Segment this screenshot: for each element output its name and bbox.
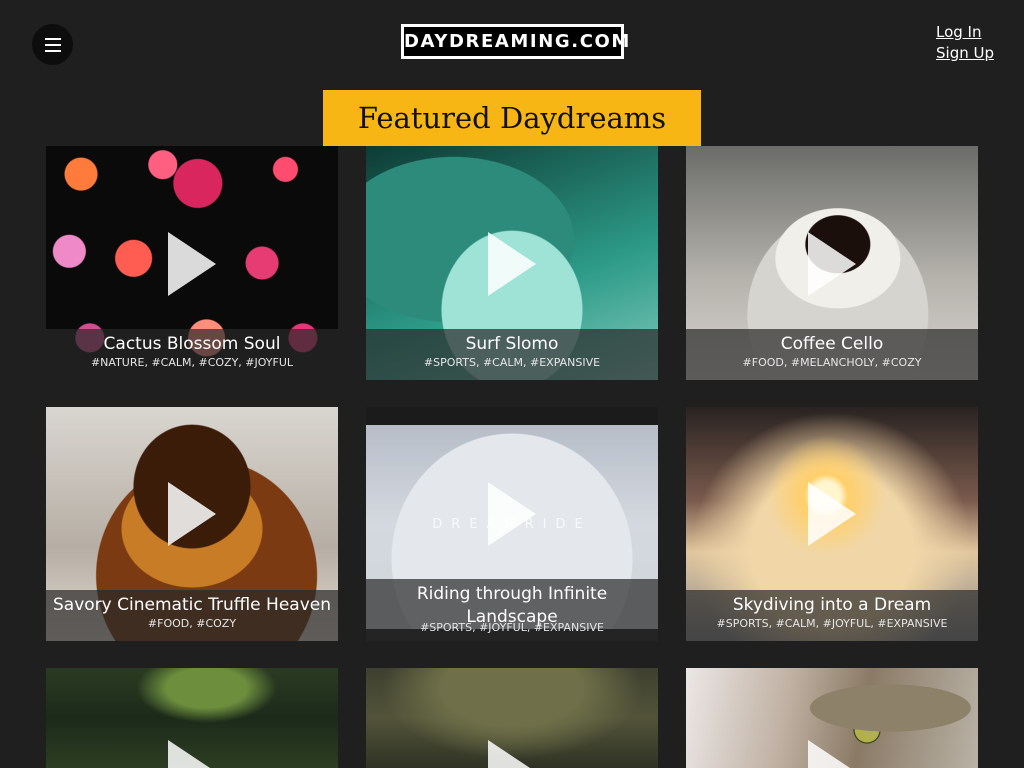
video-tags: #NATURE, #CALM, #COZY, #JOYFUL <box>90 356 294 369</box>
play-icon[interactable] <box>168 740 216 768</box>
auth-links: Log In Sign Up <box>936 22 994 64</box>
video-card[interactable] <box>686 668 978 768</box>
menu-button[interactable] <box>32 24 73 65</box>
video-card[interactable]: Surf Slomo #SPORTS, #CALM, #EXPANSIVE <box>366 146 658 380</box>
video-card[interactable]: Cactus Blossom Soul #NATURE, #CALM, #COZ… <box>46 146 338 380</box>
play-icon[interactable] <box>488 482 536 546</box>
play-icon[interactable] <box>808 482 856 546</box>
video-tags: #SPORTS, #CALM, #EXPANSIVE <box>423 356 601 369</box>
site-logo[interactable]: DAYDREAMING.COM <box>401 24 629 59</box>
play-icon[interactable] <box>488 740 536 768</box>
play-icon[interactable] <box>488 232 536 296</box>
play-icon[interactable] <box>168 482 216 546</box>
video-card[interactable] <box>46 668 338 768</box>
video-card[interactable]: Savory Cinematic Truffle Heaven #FOOD, #… <box>46 407 338 641</box>
video-caption: Surf Slomo #SPORTS, #CALM, #EXPANSIVE <box>366 329 658 380</box>
login-link[interactable]: Log In <box>936 22 994 43</box>
video-caption: Cactus Blossom Soul #NATURE, #CALM, #COZ… <box>46 329 338 380</box>
featured-heading: Featured Daydreams <box>323 90 701 146</box>
video-card[interactable]: Skydiving into a Dream #SPORTS, #CALM, #… <box>686 407 978 641</box>
video-caption: Coffee Cello #FOOD, #MELANCHOLY, #COZY <box>686 329 978 380</box>
video-tags: #FOOD, #MELANCHOLY, #COZY <box>742 356 922 369</box>
video-caption: Riding through Infinite Landscape #SPORT… <box>366 579 658 641</box>
video-tags: #SPORTS, #JOYFUL, #EXPANSIVE <box>420 621 604 634</box>
video-title: Cactus Blossom Soul <box>103 334 281 354</box>
video-title: Surf Slomo <box>465 334 559 354</box>
video-tags: #FOOD, #COZY <box>147 617 237 630</box>
video-caption: Skydiving into a Dream #SPORTS, #CALM, #… <box>686 590 978 641</box>
signup-link[interactable]: Sign Up <box>936 43 994 64</box>
video-caption: Savory Cinematic Truffle Heaven #FOOD, #… <box>46 590 338 641</box>
video-card[interactable] <box>366 668 658 768</box>
video-title: Coffee Cello <box>780 334 884 354</box>
hamburger-menu-icon <box>45 38 61 40</box>
video-title: Savory Cinematic Truffle Heaven <box>53 595 331 615</box>
video-tags: #SPORTS, #CALM, #JOYFUL, #EXPANSIVE <box>716 617 948 630</box>
video-title: Skydiving into a Dream <box>732 595 932 615</box>
play-icon[interactable] <box>808 740 856 768</box>
play-icon[interactable] <box>168 232 216 296</box>
video-card[interactable]: Coffee Cello #FOOD, #MELANCHOLY, #COZY <box>686 146 978 380</box>
video-card[interactable]: DREAMRIDE Riding through Infinite Landsc… <box>366 407 658 641</box>
play-icon[interactable] <box>808 232 856 296</box>
